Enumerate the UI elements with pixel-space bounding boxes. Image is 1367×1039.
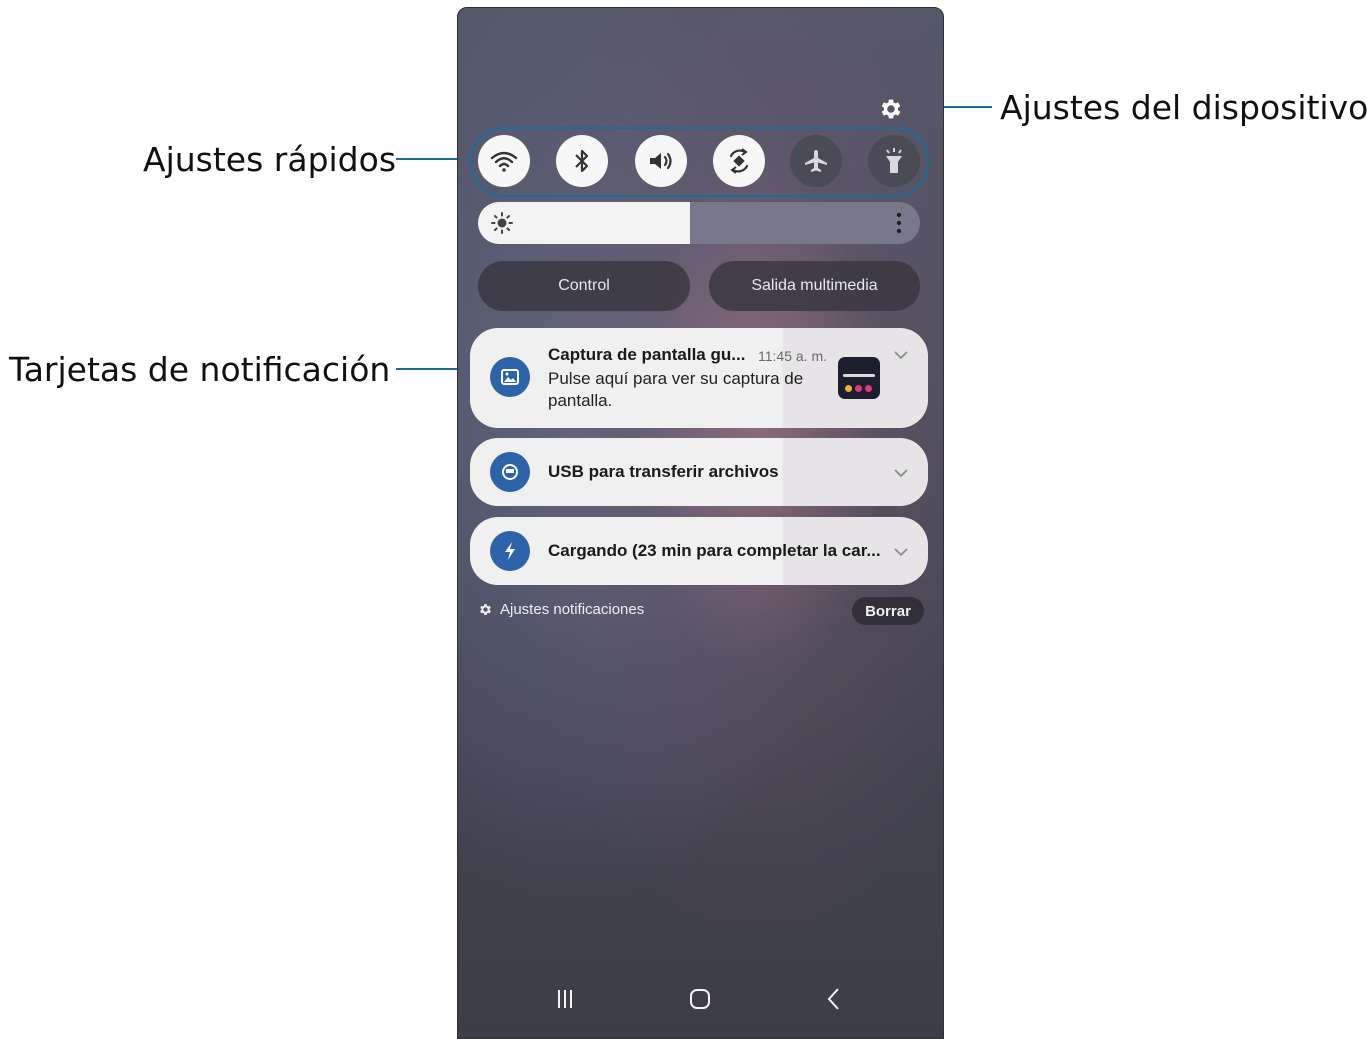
usb-icon — [490, 452, 530, 492]
recents-icon[interactable] — [550, 986, 580, 1012]
gallery-icon — [490, 357, 530, 397]
callout-quick-settings: Ajustes rápidos — [143, 140, 397, 179]
flashlight-toggle[interactable] — [868, 135, 920, 187]
sound-icon — [650, 152, 672, 170]
charging-icon — [490, 531, 530, 571]
airplane-icon — [805, 150, 827, 172]
gear-icon — [480, 604, 491, 615]
notification-title: Captura de pantalla gu... — [548, 345, 746, 364]
back-icon[interactable] — [820, 986, 850, 1012]
wifi-toggle[interactable] — [478, 135, 530, 187]
phone-screen: Control Salida multimedia Captura de pan… — [457, 7, 944, 1039]
home-icon[interactable] — [685, 986, 715, 1012]
notification-time: 11:45 a. m. — [758, 348, 828, 364]
notification-title: USB para transferir archivos — [548, 462, 779, 481]
rotate-icon — [729, 148, 749, 174]
chevron-down-icon[interactable] — [894, 350, 908, 360]
sound-toggle[interactable] — [635, 135, 687, 187]
notification-card-charging[interactable]: Cargando (23 min para completar la car..… — [470, 517, 928, 585]
notification-body: Pulse aquí para ver su captura de pantal… — [548, 369, 804, 410]
notification-title: Cargando (23 min para completar la car..… — [548, 541, 881, 560]
clear-button[interactable]: Borrar — [852, 597, 924, 625]
wifi-icon — [490, 151, 518, 172]
brightness-slider[interactable] — [478, 202, 920, 244]
notification-settings-link[interactable]: Ajustes notificaciones — [500, 601, 644, 618]
bluetooth-toggle[interactable] — [556, 135, 608, 187]
callout-device-settings: Ajustes del dispositivo — [1000, 88, 1367, 127]
chevron-down-icon[interactable] — [894, 468, 908, 478]
notification-card-usb[interactable]: USB para transferir archivos — [470, 438, 928, 506]
gear-icon[interactable] — [878, 96, 904, 122]
media-output-button[interactable]: Salida multimedia — [709, 261, 920, 311]
control-button[interactable]: Control — [478, 261, 690, 311]
notification-card-screenshot[interactable]: Captura de pantalla gu... 11:45 a. m. Pu… — [470, 328, 928, 428]
more-options-icon[interactable] — [896, 211, 902, 235]
bluetooth-icon — [575, 149, 589, 173]
callout-notification-cards: Tarjetas de notificación — [9, 350, 391, 389]
airplane-toggle[interactable] — [790, 135, 842, 187]
sun-icon — [491, 212, 513, 234]
auto-rotate-toggle[interactable] — [713, 135, 765, 187]
flashlight-icon — [886, 148, 902, 173]
chevron-down-icon[interactable] — [894, 547, 908, 557]
screenshot-thumbnail[interactable] — [838, 357, 880, 399]
quick-settings-highlight — [470, 127, 929, 197]
